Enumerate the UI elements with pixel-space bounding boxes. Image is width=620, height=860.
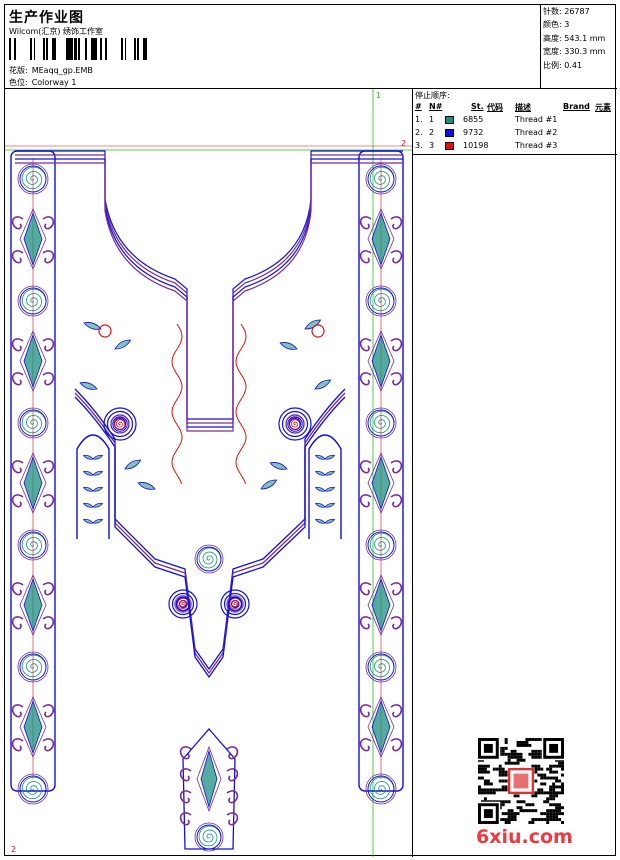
- stat-width: 宽度: 330.3 mm: [543, 47, 606, 57]
- stop-sequence-row: 2. 2 9732 Thread #2: [415, 128, 558, 137]
- col-stitch: St.: [471, 102, 484, 111]
- design-file-field: 花版: MEaqq_gp.EMB: [9, 65, 93, 76]
- col-element: 元素: [595, 103, 611, 112]
- stop-sequence-row: 3. 3 10198 Thread #3: [415, 141, 558, 150]
- colorway-value: Colorway 1: [31, 78, 77, 87]
- barcode: [9, 38, 147, 60]
- stat-height: 高度: 543.1 mm: [543, 33, 606, 43]
- thread-swatch-1: [445, 116, 454, 124]
- col-brand: Brand: [563, 102, 590, 111]
- colorway-field: 色位: Colorway 1: [9, 77, 76, 88]
- colorway-label: 色位:: [9, 78, 28, 87]
- stop-sequence-row: 1. 1 6855 Thread #1: [415, 115, 558, 124]
- stop-sequence-title: 停止顺序:: [415, 91, 450, 100]
- axis-start-y: 2: [11, 845, 17, 854]
- col-code: 代码: [487, 103, 503, 112]
- thread-swatch-2: [445, 129, 454, 137]
- header-panel: 生产作业图 Wilcom(汇京) 绣饰工作室 花版: MEaqq_gp.EMB 色…: [5, 5, 541, 89]
- stats-panel: 针数: 26787 颜色: 3 高度: 543.1 mm 宽度: 330.3 m…: [541, 5, 617, 89]
- page-title: 生产作业图: [9, 10, 84, 26]
- watermark-logo: 6xiu.com: [476, 826, 573, 848]
- production-sheet: 生产作业图 Wilcom(汇京) 绣饰工作室 花版: MEaqq_gp.EMB 色…: [4, 4, 617, 857]
- axis-marker-right: 2: [401, 139, 407, 148]
- stop-sequence-panel: 停止顺序: # N# St. 代码 描述 Brand 元素 1. 1 6855 …: [413, 89, 617, 155]
- design-file-label: 花版:: [9, 66, 28, 75]
- design-file-value: MEaqq_gp.EMB: [31, 66, 93, 75]
- stat-colors: 颜色: 3: [543, 20, 570, 30]
- col-description: 描述: [515, 103, 531, 112]
- embroidery-design-canvas: 1 2 2: [5, 89, 413, 857]
- embroidery-pattern: [5, 89, 412, 857]
- company-name: Wilcom(汇京) 绣饰工作室: [9, 27, 104, 36]
- col-number: N#: [429, 102, 443, 111]
- stat-scale: 比例: 0.41: [543, 60, 583, 70]
- qr-code: [478, 738, 564, 824]
- thread-swatch-3: [445, 142, 454, 150]
- axis-start-x: 1: [376, 91, 382, 100]
- col-index: #: [415, 102, 422, 111]
- stat-stitches: 针数: 26787: [543, 7, 590, 16]
